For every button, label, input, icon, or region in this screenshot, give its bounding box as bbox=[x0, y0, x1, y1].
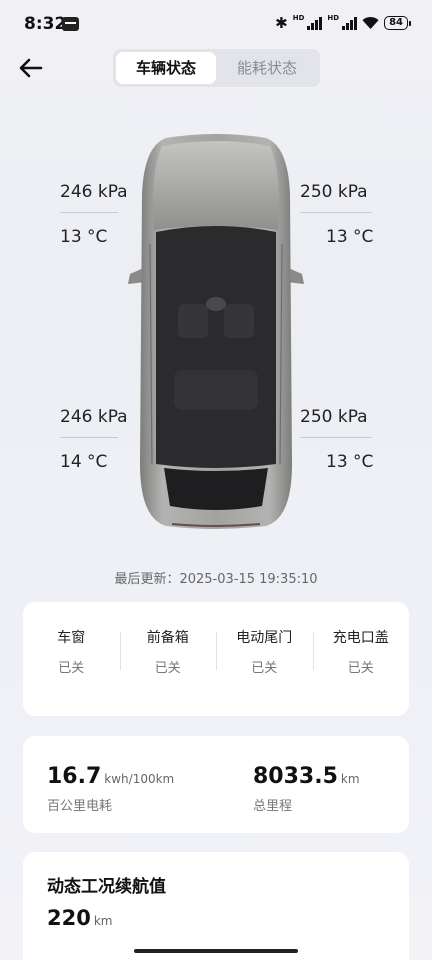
status-bar: 8:32 ✱ HD HD 84 bbox=[0, 0, 432, 50]
divider bbox=[300, 437, 372, 438]
closure-state: 已关 bbox=[347, 661, 374, 676]
divider bbox=[300, 212, 372, 213]
closures-card: 车窗 已关 前备箱 已关 电动尾门 已关 充电口盖 已关 bbox=[23, 602, 409, 716]
tire-rear-left: 246 kPa 14 °C bbox=[60, 403, 160, 476]
consumption-unit: kwh/100km bbox=[104, 772, 175, 786]
consumption-value: 16.7 bbox=[47, 764, 102, 789]
range-card: 动态工况续航值 220 km bbox=[23, 852, 409, 960]
range-value: 220 bbox=[47, 906, 91, 930]
closure-power-tailgate: 电动尾门 已关 bbox=[216, 628, 313, 678]
tire-front-left: 246 kPa 13 °C bbox=[60, 178, 160, 251]
closure-state: 已关 bbox=[58, 661, 85, 676]
closure-label: 前备箱 bbox=[146, 630, 189, 646]
tire-pressure: 246 kPa bbox=[60, 182, 128, 202]
range-value-row: 220 km bbox=[47, 906, 112, 930]
odometer-unit: km bbox=[340, 772, 360, 786]
tab-vehicle-status[interactable]: 车辆状态 bbox=[116, 52, 216, 84]
energy-card: 16.7 kwh/100km 百公里电耗 8033.5 km 总里程 bbox=[23, 736, 409, 833]
closure-label: 电动尾门 bbox=[236, 630, 293, 646]
closure-windows: 车窗 已关 bbox=[23, 628, 120, 678]
tire-temperature: 14 °C bbox=[60, 452, 108, 472]
tire-pressure: 250 kPa bbox=[300, 182, 368, 202]
battery-icon: 84 bbox=[384, 16, 411, 30]
last-updated-text: 最后更新：2025-03-15 19:35:10 bbox=[114, 572, 318, 587]
closure-label: 充电口盖 bbox=[332, 630, 389, 646]
odometer-value: 8033.5 bbox=[253, 764, 338, 789]
tire-rear-right: 250 kPa 13 °C bbox=[300, 403, 400, 476]
signal-icon bbox=[342, 16, 358, 30]
tire-temperature: 13 °C bbox=[60, 227, 108, 247]
bluetooth-icon: ✱ bbox=[275, 14, 288, 32]
hd-badge-icon: HD bbox=[292, 14, 305, 22]
back-arrow-icon[interactable] bbox=[18, 55, 44, 81]
range-unit: km bbox=[93, 914, 113, 928]
tire-front-right: 250 kPa 13 °C bbox=[300, 178, 400, 251]
divider bbox=[60, 437, 118, 438]
signal-icon bbox=[307, 16, 323, 30]
range-title: 动态工况续航值 bbox=[47, 877, 166, 897]
odometer-metric: 8033.5 km 总里程 bbox=[253, 764, 360, 814]
tab-energy-status[interactable]: 能耗状态 bbox=[217, 52, 317, 84]
closure-state: 已关 bbox=[154, 661, 181, 676]
closure-frunk: 前备箱 已关 bbox=[119, 628, 217, 678]
wifi-icon bbox=[362, 16, 379, 29]
hd-badge-icon: HD bbox=[327, 14, 340, 22]
tire-temperature: 13 °C bbox=[326, 452, 374, 472]
odometer-label: 总里程 bbox=[253, 799, 293, 814]
status-time: 8:32 bbox=[24, 14, 67, 34]
tire-temperature: 13 °C bbox=[326, 227, 374, 247]
closure-label: 车窗 bbox=[57, 630, 86, 646]
segmented-tabs: 车辆状态 能耗状态 bbox=[113, 49, 320, 87]
home-indicator[interactable] bbox=[134, 949, 298, 953]
consumption-metric: 16.7 kwh/100km 百公里电耗 bbox=[47, 764, 174, 814]
consumption-label: 百公里电耗 bbox=[47, 799, 113, 814]
tire-pressure: 246 kPa bbox=[60, 407, 128, 427]
closure-state: 已关 bbox=[251, 661, 278, 676]
closure-charge-port: 充电口盖 已关 bbox=[312, 628, 410, 678]
tire-pressure: 250 kPa bbox=[300, 407, 368, 427]
notification-app-icon bbox=[62, 17, 79, 31]
divider bbox=[60, 212, 118, 213]
status-icons: ✱ HD HD 84 bbox=[275, 14, 411, 32]
